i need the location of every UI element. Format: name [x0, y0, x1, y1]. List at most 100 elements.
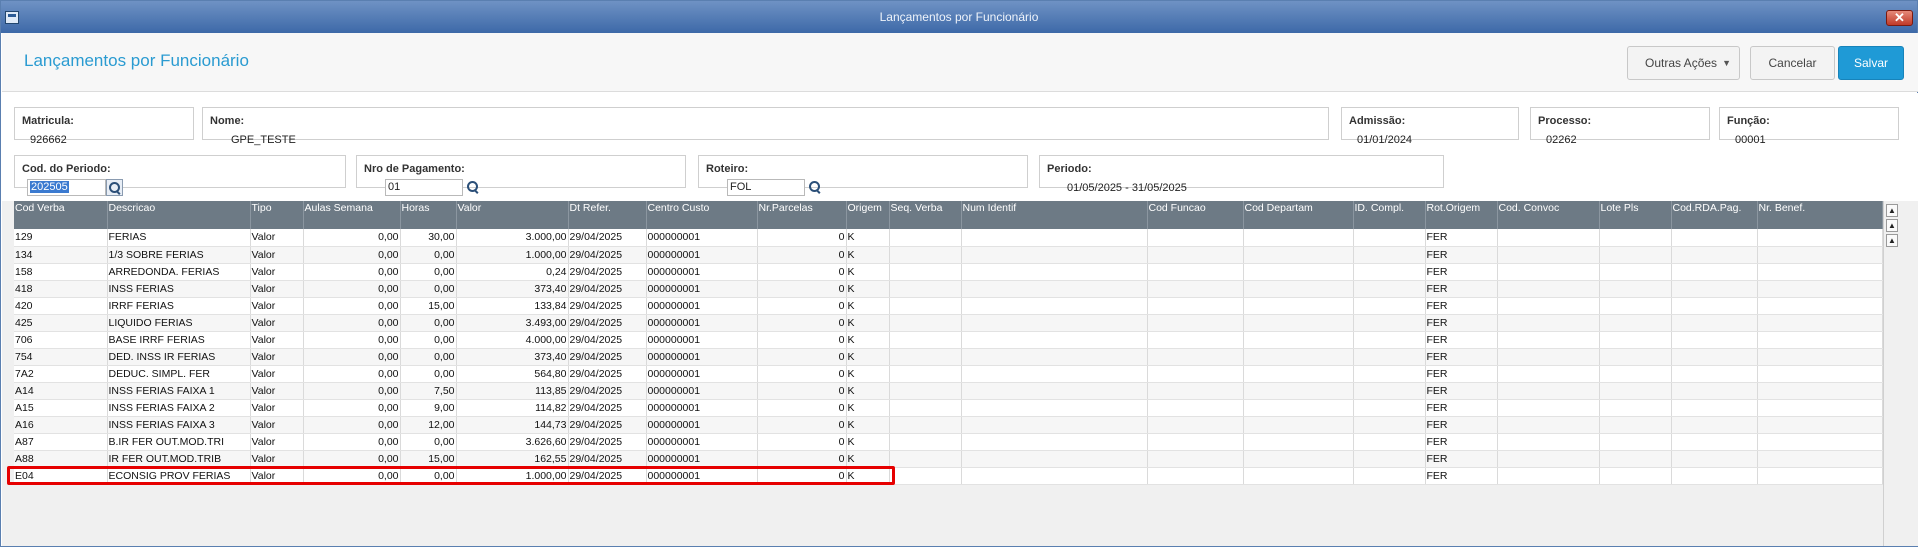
table-cell[interactable] [1671, 433, 1758, 451]
table-cell[interactable]: 134 [14, 246, 108, 264]
table-cell[interactable]: INSS FERIAS FAIXA 3 [107, 416, 251, 434]
table-cell[interactable] [1599, 416, 1672, 434]
table-cell[interactable] [1757, 263, 1883, 281]
col-header[interactable]: Origem [846, 201, 890, 229]
table-cell[interactable] [1353, 246, 1426, 264]
table-cell[interactable] [1671, 467, 1758, 485]
table-cell[interactable]: FER [1425, 314, 1498, 332]
table-row[interactable]: 425 LIQUIDO FERIAS Valor 0,00 0,00 3.493,00 29… [14, 314, 1883, 332]
table-cell[interactable]: 30,00 [400, 229, 457, 247]
table-cell[interactable] [1757, 365, 1883, 383]
table-cell[interactable] [1353, 382, 1426, 400]
table-cell[interactable] [889, 467, 962, 485]
table-cell[interactable]: DEDUC. SIMPL. FER [107, 365, 251, 383]
table-cell[interactable]: 0,00 [400, 246, 457, 264]
table-cell[interactable]: 29/04/2025 [568, 297, 647, 315]
table-cell[interactable]: DED. INSS IR FERIAS [107, 348, 251, 366]
table-cell[interactable] [1243, 331, 1354, 349]
table-cell[interactable] [1497, 416, 1600, 434]
table-cell[interactable] [1497, 450, 1600, 468]
table-cell[interactable]: 000000001 [646, 246, 758, 264]
table-cell[interactable]: FER [1425, 331, 1498, 349]
table-cell[interactable]: 9,00 [400, 399, 457, 417]
table-row[interactable]: 420 IRRF FERIAS Valor 0,00 15,00 133,84 29/04/… [14, 297, 1883, 315]
table-cell[interactable] [1757, 314, 1883, 332]
table-cell[interactable] [1147, 348, 1244, 366]
table-cell[interactable] [889, 314, 962, 332]
table-cell[interactable]: 0,00 [303, 297, 401, 315]
nro-pagamento-input[interactable]: 01 [385, 179, 463, 196]
col-header[interactable]: Tipo [250, 201, 304, 229]
table-cell[interactable]: 0,00 [400, 433, 457, 451]
table-cell[interactable]: FER [1425, 280, 1498, 298]
table-cell[interactable] [1671, 365, 1758, 383]
table-cell[interactable]: K [846, 399, 890, 417]
table-cell[interactable]: 000000001 [646, 348, 758, 366]
table-row[interactable]: 754 DED. INSS IR FERIAS Valor 0,00 0,00 373,4… [14, 348, 1883, 366]
table-cell[interactable] [1497, 246, 1600, 264]
table-cell[interactable] [889, 297, 962, 315]
table-cell[interactable]: FER [1425, 297, 1498, 315]
table-cell[interactable] [1353, 229, 1426, 247]
table-cell[interactable] [1497, 263, 1600, 281]
table-cell[interactable]: 0 [757, 314, 847, 332]
table-cell[interactable] [1147, 280, 1244, 298]
col-header[interactable]: Cod. Convoc [1497, 201, 1600, 229]
col-header[interactable]: Valor [456, 201, 569, 229]
table-cell[interactable] [1243, 467, 1354, 485]
table-cell[interactable]: FER [1425, 450, 1498, 468]
table-cell[interactable]: K [846, 263, 890, 281]
table-cell[interactable]: 29/04/2025 [568, 416, 647, 434]
table-cell[interactable]: FER [1425, 365, 1498, 383]
table-cell[interactable]: 3.626,60 [456, 433, 569, 451]
table-cell[interactable]: 0,00 [400, 280, 457, 298]
table-cell[interactable]: K [846, 314, 890, 332]
table-cell[interactable]: 0,00 [303, 365, 401, 383]
col-header[interactable]: Nr. Benef. [1757, 201, 1883, 229]
table-cell[interactable]: A87 [14, 433, 108, 451]
table-cell[interactable] [1147, 433, 1244, 451]
table-cell[interactable]: 0,00 [303, 263, 401, 281]
table-cell[interactable] [889, 416, 962, 434]
table-cell[interactable]: 29/04/2025 [568, 263, 647, 281]
table-cell[interactable] [1497, 229, 1600, 247]
table-cell[interactable]: FER [1425, 348, 1498, 366]
table-cell[interactable] [1497, 331, 1600, 349]
table-cell[interactable]: 0,00 [303, 331, 401, 349]
table-cell[interactable] [1353, 280, 1426, 298]
table-cell[interactable]: Valor [250, 348, 304, 366]
table-cell[interactable]: 3.493,00 [456, 314, 569, 332]
table-cell[interactable]: 29/04/2025 [568, 314, 647, 332]
table-cell[interactable]: INSS FERIAS FAIXA 1 [107, 382, 251, 400]
table-cell[interactable]: 425 [14, 314, 108, 332]
table-cell[interactable] [1353, 263, 1426, 281]
table-cell[interactable]: 0,00 [303, 416, 401, 434]
table-cell[interactable] [1757, 416, 1883, 434]
table-cell[interactable] [1671, 314, 1758, 332]
table-cell[interactable] [1599, 246, 1672, 264]
table-cell[interactable] [1671, 331, 1758, 349]
table-cell[interactable] [889, 382, 962, 400]
table-cell[interactable]: 000000001 [646, 399, 758, 417]
table-cell[interactable]: FER [1425, 433, 1498, 451]
table-cell[interactable] [1757, 382, 1883, 400]
table-cell[interactable] [1353, 365, 1426, 383]
table-row[interactable]: 134 1/3 SOBRE FERIAS Valor 0,00 0,00 1.000,00… [14, 246, 1883, 264]
table-cell[interactable]: 1/3 SOBRE FERIAS [107, 246, 251, 264]
table-cell[interactable] [1147, 229, 1244, 247]
table-cell[interactable]: FER [1425, 246, 1498, 264]
col-header[interactable]: Centro Custo [646, 201, 758, 229]
table-cell[interactable] [1599, 399, 1672, 417]
table-cell[interactable] [1497, 280, 1600, 298]
scroll-page-up-icon[interactable]: ▲ [1886, 219, 1898, 232]
table-cell[interactable] [1147, 399, 1244, 417]
table-cell[interactable]: 0 [757, 263, 847, 281]
table-cell[interactable] [1757, 399, 1883, 417]
table-cell[interactable]: 0 [757, 297, 847, 315]
search-icon[interactable] [106, 179, 123, 196]
table-cell[interactable] [1147, 416, 1244, 434]
table-cell[interactable]: 1.000,00 [456, 246, 569, 264]
nome-field[interactable]: Nome: GPE_TESTE [202, 107, 1329, 146]
table-cell[interactable]: 0 [757, 433, 847, 451]
table-cell[interactable] [1757, 331, 1883, 349]
